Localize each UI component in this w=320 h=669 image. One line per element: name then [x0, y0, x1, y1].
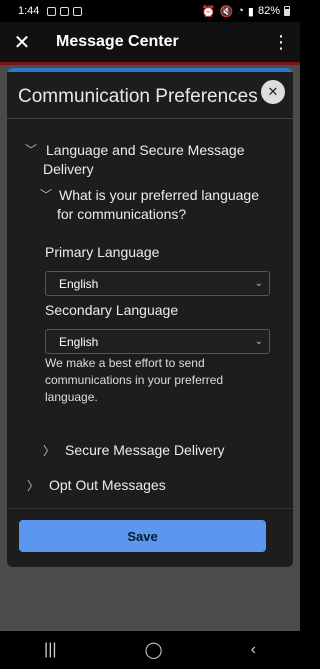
- secure-message-delivery-row[interactable]: 〉 Secure Message Delivery: [43, 442, 225, 459]
- home-icon[interactable]: ◯: [145, 640, 163, 660]
- section-language-delivery[interactable]: ﹀ Language and Secure Message Delivery: [25, 141, 280, 179]
- signal-icon: ▮: [247, 5, 254, 18]
- question-preferred-language[interactable]: ﹀ What is your preferred language for co…: [40, 186, 280, 224]
- chevron-down-icon: ⌄: [254, 278, 263, 289]
- section-label: Language and Secure Message Delivery: [43, 141, 280, 179]
- opt-out-messages-row[interactable]: 〉 Opt Out Messages: [27, 477, 166, 494]
- primary-language-select[interactable]: English ⌄: [45, 271, 270, 296]
- page-title: Message Center: [56, 33, 179, 50]
- divider: [7, 508, 293, 509]
- close-icon[interactable]: ✕: [2, 30, 42, 55]
- status-time: 1:44: [18, 5, 40, 17]
- opt-out-messages-label: Opt Out Messages: [49, 477, 166, 493]
- modal-close-icon[interactable]: ✕: [261, 80, 285, 104]
- section-label-line2: Delivery: [43, 161, 94, 177]
- communication-preferences-modal: Communication Preferences ✕ ﹀ Language a…: [7, 68, 293, 567]
- app-bar: ✕ Message Center ⋮: [0, 22, 300, 62]
- secondary-language-value: English: [59, 334, 99, 349]
- modal-accent-bar: [7, 68, 293, 72]
- system-nav-bar: ||| ◯ ‹: [0, 631, 300, 669]
- section-label-line1: Language and Secure Message: [46, 142, 245, 158]
- gallery-icon: [60, 6, 70, 16]
- chevron-right-icon: 〉: [43, 444, 56, 458]
- battery-percent: 82%: [257, 5, 280, 17]
- battery-icon: [284, 6, 290, 16]
- save-button[interactable]: Save: [19, 520, 266, 552]
- divider: [7, 118, 293, 119]
- secondary-language-select[interactable]: English ⌄: [45, 329, 270, 354]
- mute-icon: 🔇: [219, 5, 234, 18]
- wifi-icon: ◔: [237, 5, 244, 17]
- question-label: What is your preferred language for comm…: [57, 186, 280, 224]
- modal-title: Communication Preferences: [18, 86, 258, 107]
- secondary-language-label: Secondary Language: [45, 302, 179, 318]
- recents-icon[interactable]: |||: [44, 641, 56, 659]
- system-icons: ⏰ 🔇 ◔ ▮ 82%: [202, 5, 290, 18]
- image-icon: [47, 6, 57, 16]
- chevron-down-icon: ﹀: [25, 143, 38, 157]
- status-bar: 1:44 ⏰ 🔇 ◔ ▮ 82%: [0, 0, 300, 22]
- chevron-right-icon: 〉: [27, 479, 40, 493]
- chevron-down-icon: ﹀: [40, 188, 53, 202]
- calendar-icon: [73, 6, 83, 16]
- primary-language-value: English: [59, 276, 99, 291]
- question-line1: What is your preferred language: [59, 187, 259, 203]
- more-menu-icon[interactable]: ⋮: [272, 32, 290, 53]
- question-line2: for communications?: [57, 206, 187, 222]
- back-icon[interactable]: ‹: [251, 641, 256, 659]
- notification-icons: [47, 6, 83, 16]
- secure-message-delivery-label: Secure Message Delivery: [65, 442, 225, 458]
- alarm-icon: ⏰: [201, 5, 216, 18]
- chevron-down-icon: ⌄: [254, 336, 263, 347]
- primary-language-label: Primary Language: [45, 244, 160, 260]
- language-note: We make a best effort to send communicat…: [45, 356, 224, 404]
